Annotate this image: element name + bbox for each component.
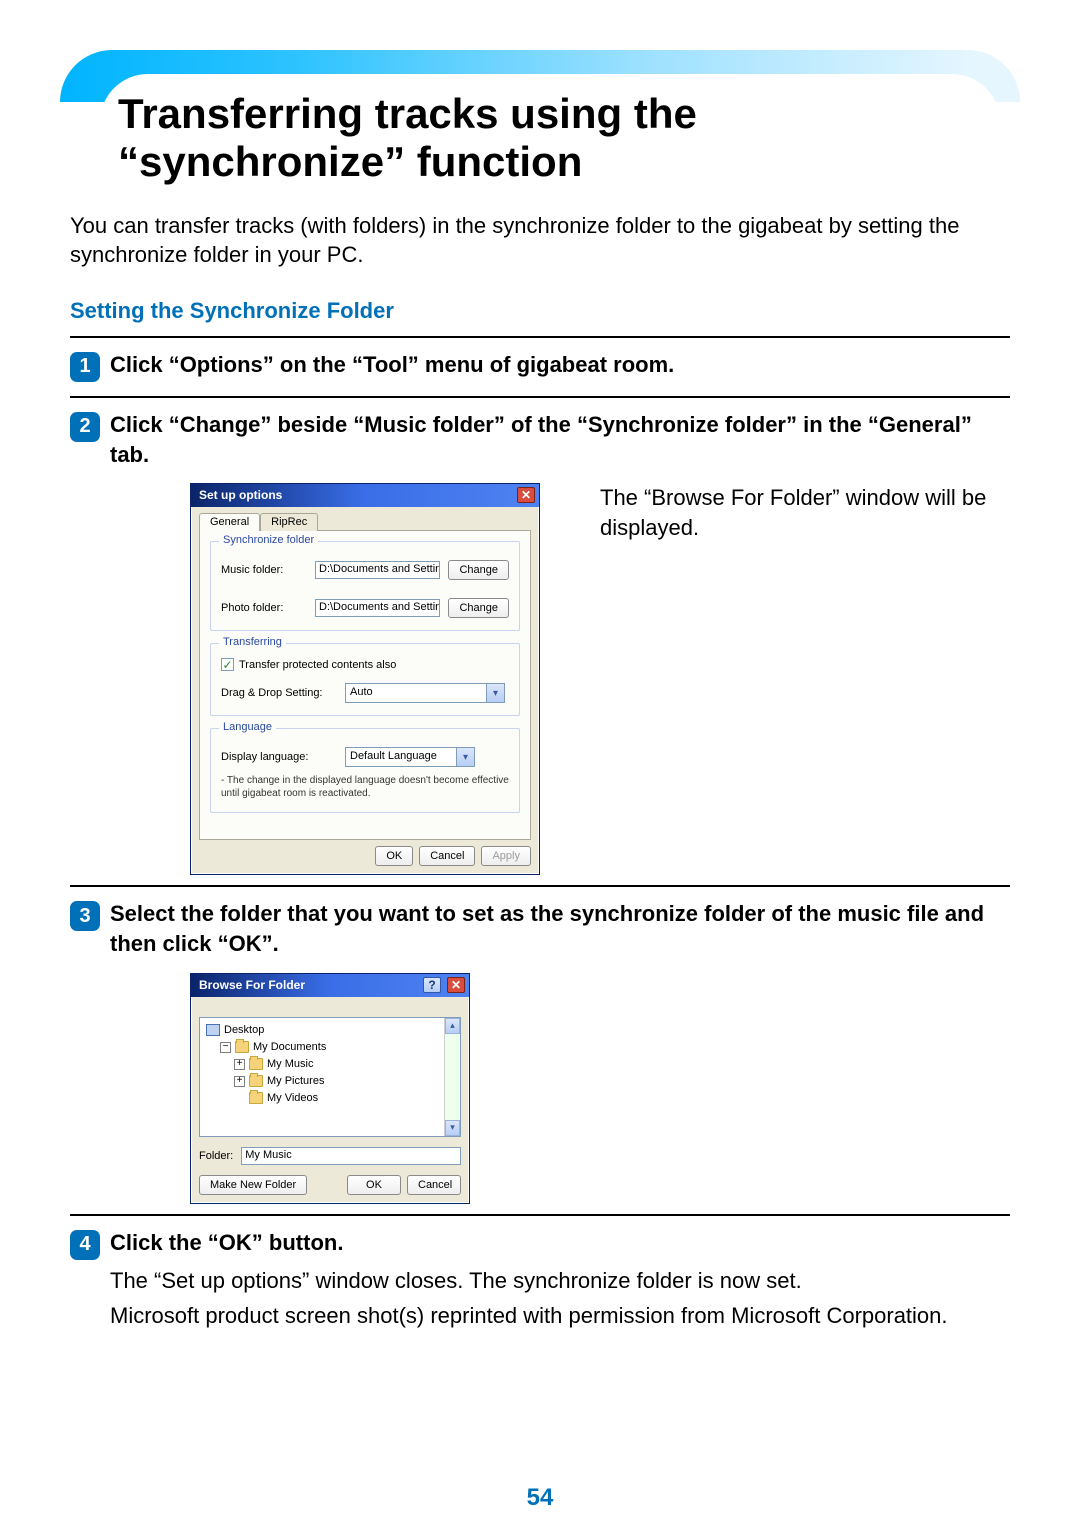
- group-legend-language: Language: [219, 721, 276, 733]
- tab-riprec[interactable]: RipRec: [260, 513, 318, 531]
- input-music-folder[interactable]: D:\Documents and Settings\engxp\My: [315, 561, 440, 579]
- step-badge-1: 1: [70, 352, 100, 382]
- apply-button[interactable]: Apply: [481, 846, 531, 866]
- section-subhead: Setting the Synchronize Folder: [70, 298, 1010, 324]
- step-badge-2: 2: [70, 412, 100, 442]
- step-3: 3 Select the folder that you want to set…: [70, 899, 1010, 958]
- label-photo-folder: Photo folder:: [221, 602, 307, 614]
- close-icon[interactable]: ✕: [517, 487, 535, 503]
- dialog-title: Set up options: [199, 488, 282, 502]
- step-3-title: Select the folder that you want to set a…: [110, 899, 1010, 958]
- step-4-title: Click the “OK” button.: [110, 1228, 343, 1258]
- tree-label: My Documents: [253, 1039, 326, 1056]
- step-2-figure-row: Set up options ✕ General RipRec Synchron…: [190, 483, 1020, 875]
- group-sync-folder: Synchronize folder Music folder: D:\Docu…: [210, 541, 520, 631]
- step-4: 4 Click the “OK” button. The “Set up opt…: [70, 1228, 1010, 1331]
- collapse-icon[interactable]: −: [220, 1042, 231, 1053]
- tab-general[interactable]: General: [199, 513, 260, 531]
- tree-node-mypics[interactable]: + My Pictures: [206, 1073, 458, 1090]
- chevron-down-icon: ▾: [486, 684, 504, 702]
- language-note: - The change in the displayed language d…: [221, 775, 509, 800]
- step-2: 2 Click “Change” beside “Music folder” o…: [70, 410, 1010, 469]
- step-2-side-note: The “Browse For Folder” window will be d…: [600, 483, 1020, 542]
- select-dragdrop[interactable]: Auto ▾: [345, 683, 505, 703]
- step-1: 1 Click “Options” on the “Tool” menu of …: [70, 350, 1010, 382]
- tree-label: My Music: [267, 1056, 313, 1073]
- tree-label: My Pictures: [267, 1073, 324, 1090]
- page: Transferring tracks using the “synchroni…: [60, 50, 1020, 1331]
- label-music-folder: Music folder:: [221, 564, 307, 576]
- dialog-browse-for-folder: Browse For Folder ? ✕ Desktop − My: [190, 973, 470, 1204]
- tree-label: My Videos: [267, 1090, 318, 1107]
- checkbox-transfer-protected[interactable]: ✓ Transfer protected contents also: [221, 658, 509, 671]
- title-tab: Transferring tracks using the “synchroni…: [60, 50, 1020, 191]
- label-folder: Folder:: [199, 1150, 233, 1162]
- close-icon[interactable]: ✕: [447, 977, 465, 993]
- step-3-figure-row: Browse For Folder ? ✕ Desktop − My: [190, 973, 1020, 1204]
- intro-text: You can transfer tracks (with folders) i…: [70, 211, 1010, 270]
- checkmark-icon: ✓: [221, 658, 234, 671]
- ok-button[interactable]: OK: [347, 1175, 401, 1195]
- dialog-titlebar[interactable]: Browse For Folder ? ✕: [191, 974, 469, 997]
- folder-icon: [249, 1092, 263, 1104]
- cancel-button[interactable]: Cancel: [407, 1175, 461, 1195]
- tree-node-mymusic[interactable]: + My Music: [206, 1056, 458, 1073]
- scrollbar-vertical[interactable]: ▴ ▾: [444, 1018, 460, 1136]
- chevron-up-icon[interactable]: ▴: [445, 1018, 460, 1034]
- divider: [70, 1214, 1010, 1216]
- label-display-language: Display language:: [221, 751, 337, 763]
- change-photo-button[interactable]: Change: [448, 598, 509, 618]
- group-transferring: Transferring ✓ Transfer protected conten…: [210, 643, 520, 716]
- step-2-title: Click “Change” beside “Music folder” of …: [110, 410, 1010, 469]
- expand-icon[interactable]: +: [234, 1059, 245, 1070]
- folder-tree[interactable]: Desktop − My Documents + My Music +: [199, 1017, 461, 1137]
- divider: [70, 885, 1010, 887]
- page-number: 54: [0, 1484, 1080, 1512]
- expand-icon[interactable]: +: [234, 1076, 245, 1087]
- dialog-title: Browse For Folder: [199, 978, 305, 992]
- divider: [70, 336, 1010, 338]
- folder-icon: [249, 1058, 263, 1070]
- step-1-title: Click “Options” on the “Tool” menu of gi…: [110, 350, 674, 380]
- step-badge-3: 3: [70, 901, 100, 931]
- help-icon[interactable]: ?: [423, 977, 441, 993]
- input-photo-folder[interactable]: D:\Documents and Settings\engxp\My: [315, 599, 440, 617]
- group-language: Language Display language: Default Langu…: [210, 728, 520, 813]
- cancel-button[interactable]: Cancel: [419, 846, 475, 866]
- input-folder[interactable]: My Music: [241, 1147, 461, 1165]
- page-title: Transferring tracks using the “synchroni…: [100, 74, 1000, 191]
- dialog-titlebar[interactable]: Set up options ✕: [191, 484, 539, 507]
- group-legend-sync: Synchronize folder: [219, 534, 318, 546]
- tree-node-mydocs[interactable]: − My Documents: [206, 1039, 458, 1056]
- folder-icon: [235, 1041, 249, 1053]
- step-badge-4: 4: [70, 1230, 100, 1260]
- make-new-folder-button[interactable]: Make New Folder: [199, 1175, 307, 1195]
- tree-label: Desktop: [224, 1022, 264, 1039]
- dialog-setup-options: Set up options ✕ General RipRec Synchron…: [190, 483, 540, 875]
- divider: [70, 396, 1010, 398]
- desktop-icon: [206, 1024, 220, 1036]
- label-dragdrop: Drag & Drop Setting:: [221, 687, 337, 699]
- change-music-button[interactable]: Change: [448, 560, 509, 580]
- select-language-value: Default Language: [346, 748, 456, 766]
- tree-node-desktop[interactable]: Desktop: [206, 1022, 458, 1039]
- select-language[interactable]: Default Language ▾: [345, 747, 475, 767]
- step-4-body-2: Microsoft product screen shot(s) reprint…: [110, 1301, 1010, 1331]
- step-4-body-1: The “Set up options” window closes. The …: [110, 1266, 1010, 1296]
- select-dragdrop-value: Auto: [346, 684, 486, 702]
- chevron-down-icon: ▾: [456, 748, 474, 766]
- group-legend-transfer: Transferring: [219, 636, 286, 648]
- ok-button[interactable]: OK: [375, 846, 413, 866]
- tree-node-myvideos[interactable]: My Videos: [206, 1090, 458, 1107]
- chevron-down-icon[interactable]: ▾: [445, 1120, 460, 1136]
- checkbox-label: Transfer protected contents also: [239, 659, 396, 671]
- folder-icon: [249, 1075, 263, 1087]
